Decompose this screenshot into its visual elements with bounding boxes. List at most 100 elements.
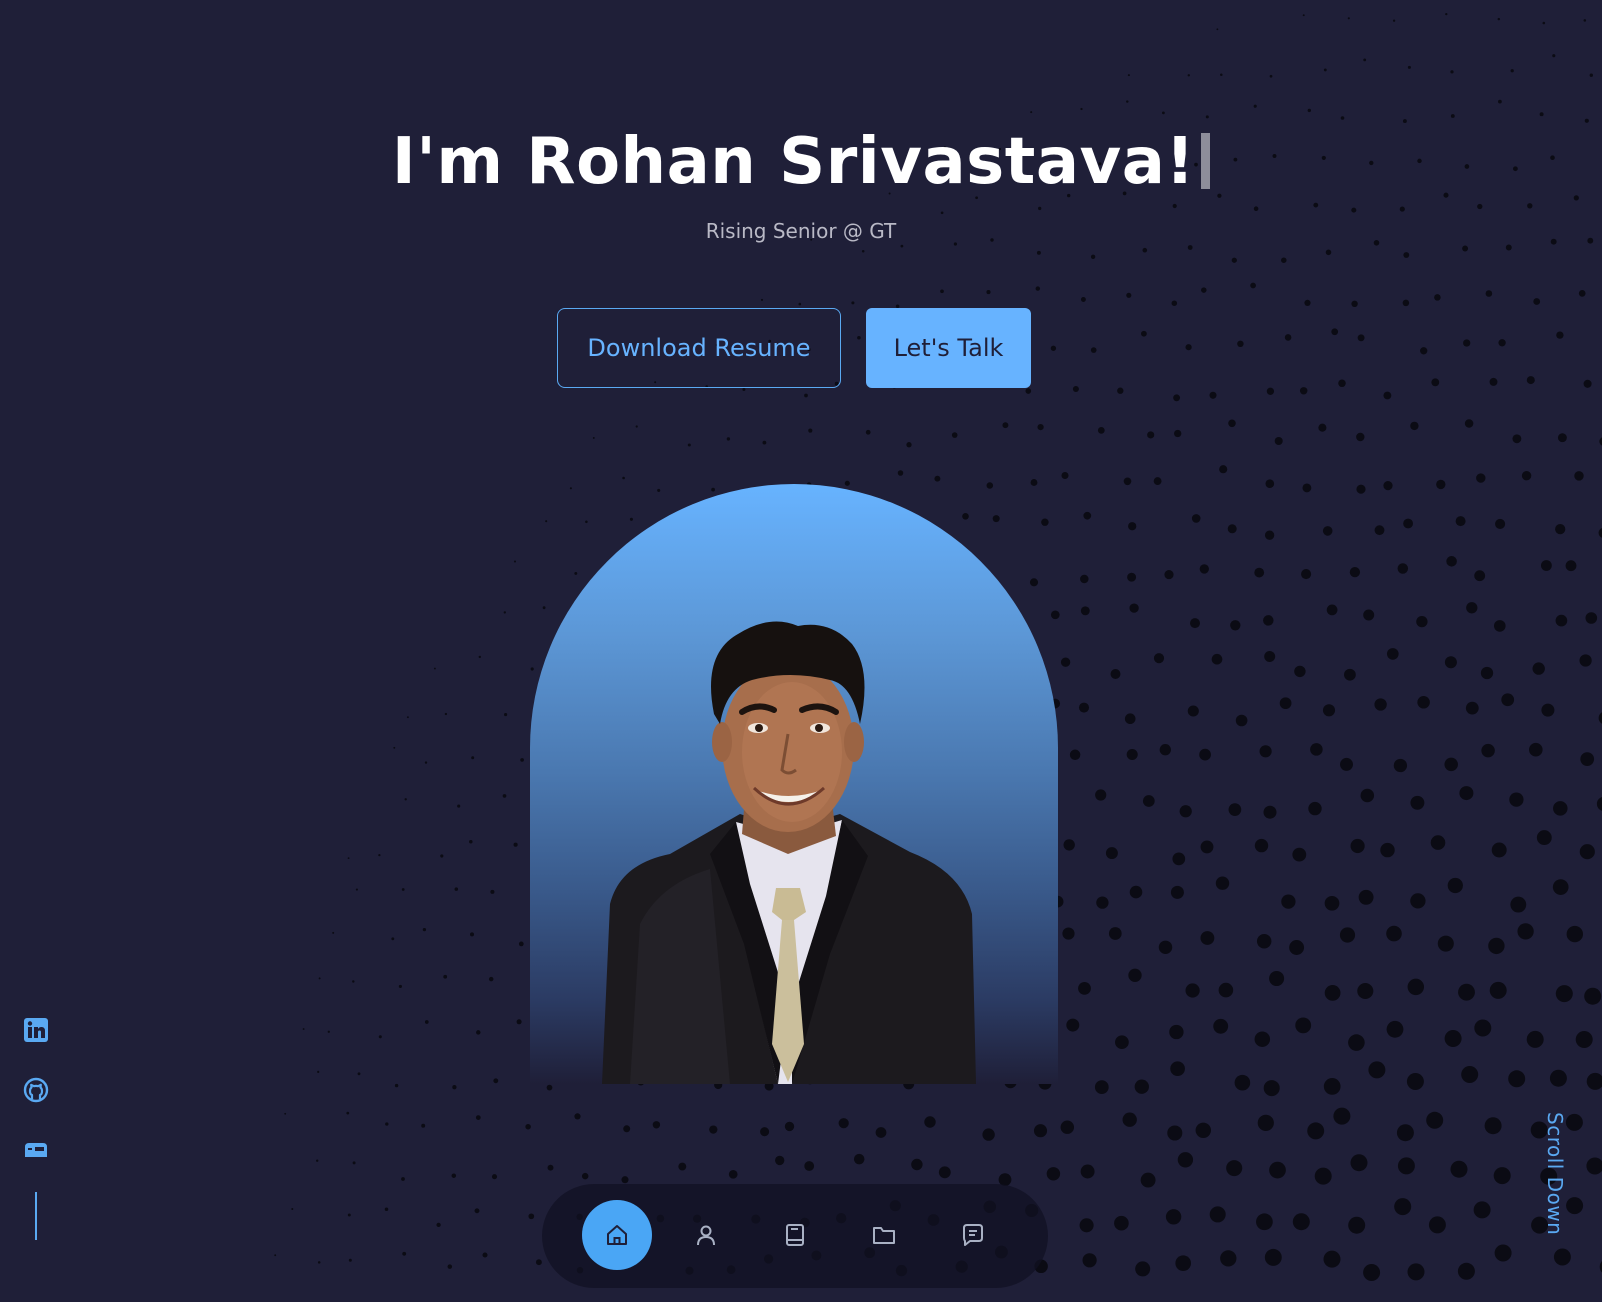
- background-dot: [760, 1127, 770, 1137]
- background-dot: [1510, 896, 1527, 913]
- background-dot: [316, 1159, 319, 1162]
- background-dot: [1264, 651, 1276, 662]
- background-dot: [1129, 603, 1139, 613]
- background-dot: [1493, 620, 1506, 632]
- background-dot: [424, 1020, 429, 1024]
- background-dot: [1323, 1250, 1341, 1268]
- hero-title-text: I'm Rohan Srivastava!: [391, 125, 1196, 199]
- background-dot: [444, 712, 448, 716]
- background-dot: [1347, 17, 1350, 20]
- background-dot: [482, 1252, 488, 1258]
- background-dot: [1080, 574, 1089, 584]
- background-dot: [1220, 73, 1223, 77]
- background-dot: [1263, 1080, 1280, 1097]
- background-dot: [1396, 1124, 1414, 1142]
- background-dot: [924, 1116, 936, 1128]
- background-dot: [401, 888, 405, 891]
- background-dot: [1304, 299, 1311, 306]
- background-dot: [1446, 556, 1457, 567]
- background-dot: [1397, 1157, 1415, 1175]
- background-dot: [1324, 895, 1340, 911]
- background-dot: [1264, 1248, 1282, 1266]
- background-dot: [1491, 842, 1507, 858]
- background-dot: [1356, 432, 1365, 442]
- background-dot: [1374, 525, 1385, 536]
- background-dot: [1123, 477, 1132, 486]
- nav-portfolio[interactable]: [849, 1200, 919, 1270]
- nav-about[interactable]: [671, 1200, 741, 1270]
- background-dot: [1269, 970, 1285, 987]
- background-dot: [1555, 985, 1573, 1003]
- background-dot: [784, 1121, 795, 1132]
- background-dot: [1357, 982, 1374, 1000]
- background-dot: [1080, 107, 1083, 111]
- background-dot: [1363, 1264, 1381, 1281]
- background-dot: [317, 1261, 321, 1264]
- background-dot: [447, 1264, 453, 1269]
- background-dot: [726, 437, 731, 441]
- background-dot: [1038, 206, 1042, 211]
- background-dot: [1348, 1216, 1366, 1234]
- background-dot: [528, 1213, 535, 1220]
- background-dot: [940, 289, 944, 294]
- background-dot: [1541, 703, 1555, 717]
- user-icon: [697, 1225, 715, 1246]
- background-dot: [760, 298, 764, 301]
- background-dot: [1351, 207, 1357, 213]
- background-dot: [1140, 1172, 1156, 1188]
- background-dot: [1331, 328, 1339, 336]
- background-dot: [1172, 203, 1177, 209]
- background-dot: [592, 436, 595, 439]
- download-resume-button[interactable]: Download Resume: [557, 308, 841, 388]
- background-dot: [1463, 339, 1471, 347]
- background-dot: [1080, 297, 1086, 302]
- background-dot: [1259, 745, 1272, 758]
- background-dot: [1269, 1161, 1286, 1179]
- background-dot: [1066, 1018, 1080, 1032]
- background-dot: [378, 853, 381, 857]
- background-dot: [1185, 344, 1192, 351]
- background-dot: [1386, 1020, 1404, 1038]
- background-dot: [1465, 701, 1479, 715]
- background-dot: [861, 250, 865, 253]
- background-dot: [378, 1035, 382, 1039]
- mailbox-link[interactable]: [22, 1136, 50, 1164]
- background-dot: [1025, 388, 1032, 394]
- background-dot: [934, 475, 941, 482]
- background-dot: [1072, 385, 1079, 393]
- nav-experience[interactable]: [760, 1200, 830, 1270]
- background-dot: [1199, 748, 1211, 761]
- background-dot: [1117, 387, 1124, 394]
- background-dot: [986, 290, 991, 295]
- background-dot: [728, 1169, 738, 1179]
- background-dot: [355, 888, 358, 891]
- background-dot: [1322, 704, 1336, 717]
- background-dot: [1407, 1263, 1425, 1281]
- background-dot: [1307, 1122, 1325, 1140]
- background-dot: [1126, 100, 1129, 103]
- nav-home[interactable]: [582, 1200, 652, 1270]
- background-dot: [897, 470, 904, 476]
- lets-talk-button[interactable]: Let's Talk: [866, 308, 1031, 388]
- background-dot: [1339, 927, 1356, 943]
- background-dot: [502, 794, 507, 798]
- nav-contact[interactable]: [938, 1200, 1008, 1270]
- scroll-down-link[interactable]: Scroll Down: [1535, 1112, 1575, 1240]
- background-dot: [1175, 1255, 1192, 1272]
- linkedin-link[interactable]: [22, 1016, 50, 1044]
- background-dot: [1526, 376, 1535, 385]
- github-link[interactable]: [22, 1076, 50, 1104]
- background-dot: [433, 667, 436, 670]
- background-dot: [1542, 21, 1546, 25]
- background-dot: [1250, 282, 1256, 289]
- background-dot: [938, 1166, 951, 1179]
- background-dot: [1153, 477, 1162, 486]
- background-dot: [1402, 299, 1410, 307]
- background-dot: [1403, 252, 1410, 258]
- background-dot: [1340, 116, 1345, 120]
- background-dot: [1292, 1213, 1310, 1231]
- background-dot: [1510, 69, 1514, 73]
- background-dot: [1314, 1167, 1332, 1185]
- background-dot: [808, 428, 813, 433]
- background-dot: [1598, 528, 1602, 538]
